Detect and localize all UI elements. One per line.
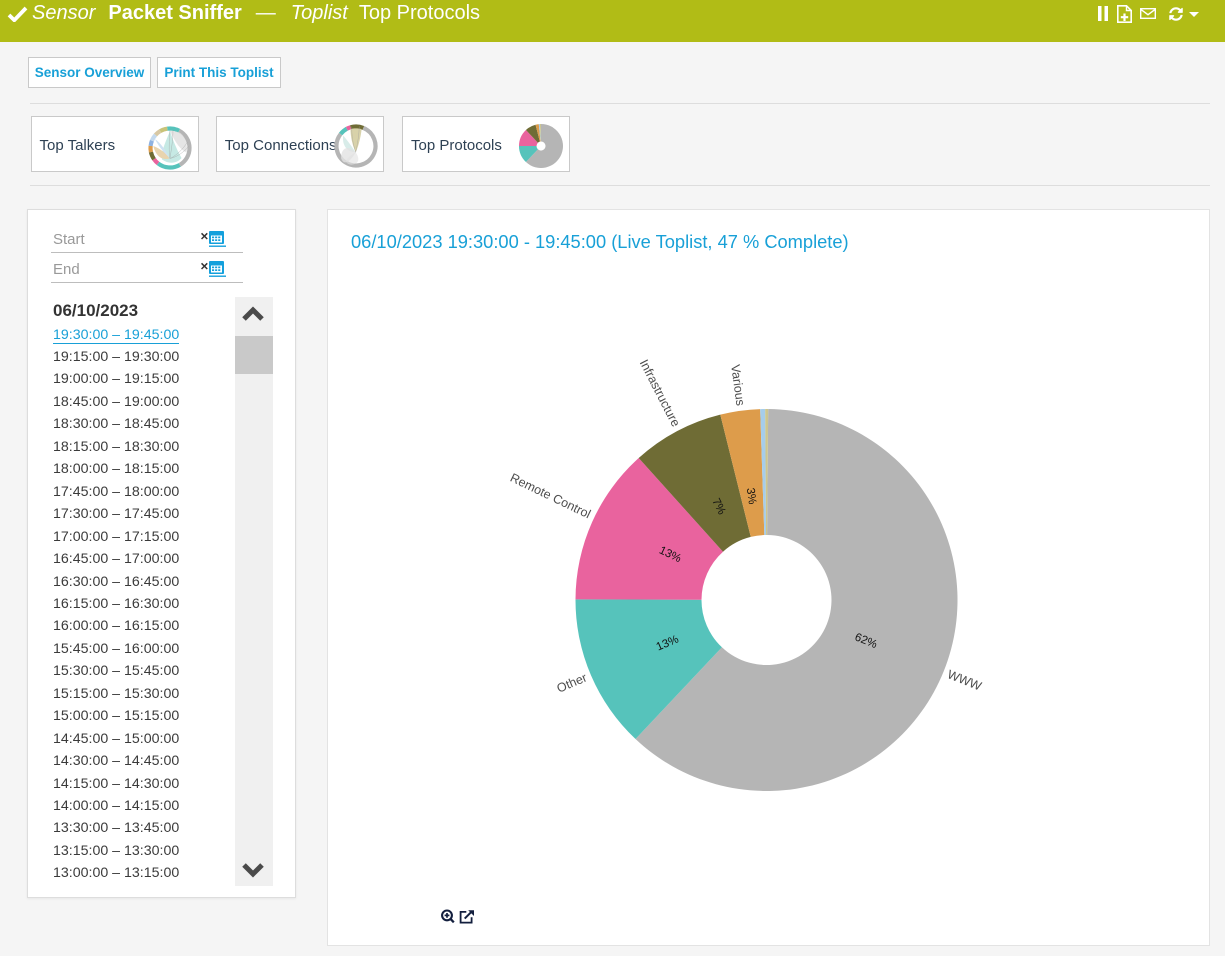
- svg-text:Other: Other: [555, 671, 589, 696]
- svg-text:Remote Control: Remote Control: [508, 471, 593, 522]
- svg-text:3%: 3%: [744, 487, 758, 505]
- svg-text:Infrastructure: Infrastructure: [637, 357, 683, 429]
- svg-text:WWW: WWW: [945, 667, 983, 693]
- svg-text:Various: Various: [728, 364, 747, 407]
